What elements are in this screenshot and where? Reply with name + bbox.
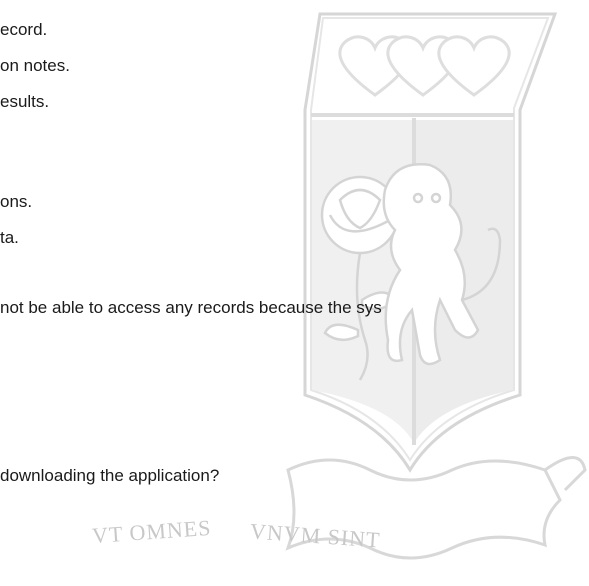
text-line-6: not be able to access any records becaus… bbox=[0, 298, 382, 317]
text-line-1: ecord. bbox=[0, 20, 48, 39]
text-line-3: esults. bbox=[0, 92, 50, 111]
text-line-4: ons. bbox=[0, 192, 33, 211]
text-line-2: on notes. bbox=[0, 56, 70, 75]
crest-watermark bbox=[285, 12, 587, 560]
heart-icon bbox=[437, 35, 511, 97]
text-line-5: ta. bbox=[0, 228, 19, 247]
text-line-7: downloading the application? bbox=[0, 466, 220, 485]
